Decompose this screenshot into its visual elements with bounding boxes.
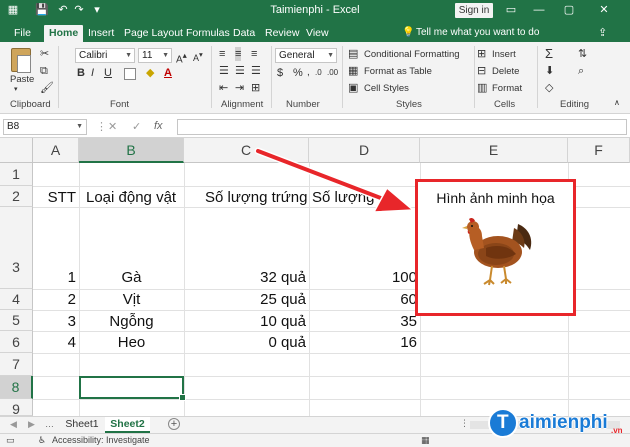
normal-view-icon[interactable]: ▦	[421, 435, 430, 446]
taimienphi-watermark: T aimienphi .vn	[488, 408, 628, 440]
add-sheet-icon[interactable]: +	[168, 418, 180, 430]
sheet-tab-sheet1[interactable]: Sheet1	[60, 417, 104, 433]
ready-icon: ▭	[6, 435, 15, 445]
accessibility-status[interactable]: Accessibility: Investigate	[52, 435, 150, 445]
watermark-suffix: .vn	[611, 426, 623, 435]
watermark-letter: T	[497, 412, 509, 433]
scroll-right-icon[interactable]: ▶	[28, 419, 35, 430]
sheet-tab-sheet2[interactable]: Sheet2	[105, 417, 150, 433]
accessibility-icon: ♿	[38, 435, 47, 445]
more-sheets-icon[interactable]: …	[45, 419, 54, 429]
scroll-left-icon[interactable]: ◀	[10, 419, 17, 430]
excel-window: { "titlebar": { "title": "Taimienphi - E…	[0, 0, 630, 447]
more-options-icon[interactable]: ⋮	[460, 418, 469, 429]
annotation-arrow	[254, 147, 415, 213]
watermark-text: aimienphi	[519, 412, 608, 433]
